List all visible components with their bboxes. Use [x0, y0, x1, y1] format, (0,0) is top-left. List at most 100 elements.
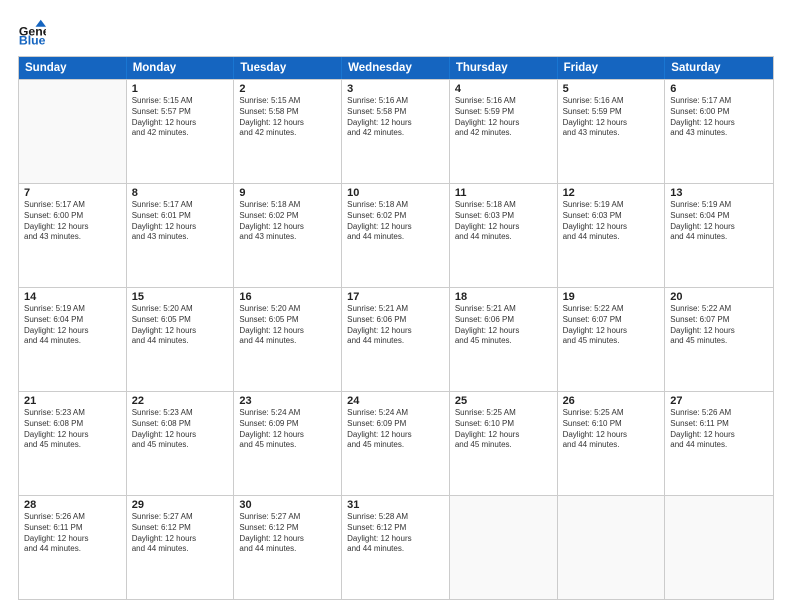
day-info: Sunrise: 5:19 AMSunset: 6:04 PMDaylight:…	[24, 304, 121, 347]
day-number: 20	[670, 291, 768, 303]
day-number: 6	[670, 83, 768, 95]
day-info: Sunrise: 5:21 AMSunset: 6:06 PMDaylight:…	[347, 304, 444, 347]
day-info: Sunrise: 5:27 AMSunset: 6:12 PMDaylight:…	[239, 512, 336, 555]
day-info: Sunrise: 5:26 AMSunset: 6:11 PMDaylight:…	[24, 512, 121, 555]
day-number: 17	[347, 291, 444, 303]
day-cell-17: 17Sunrise: 5:21 AMSunset: 6:06 PMDayligh…	[342, 288, 450, 391]
day-number: 18	[455, 291, 552, 303]
day-cell-23: 23Sunrise: 5:24 AMSunset: 6:09 PMDayligh…	[234, 392, 342, 495]
header-day-tuesday: Tuesday	[234, 57, 342, 79]
day-cell-21: 21Sunrise: 5:23 AMSunset: 6:08 PMDayligh…	[19, 392, 127, 495]
day-number: 4	[455, 83, 552, 95]
day-number: 26	[563, 395, 660, 407]
day-number: 29	[132, 499, 229, 511]
day-cell-11: 11Sunrise: 5:18 AMSunset: 6:03 PMDayligh…	[450, 184, 558, 287]
page: General Blue SundayMondayTuesdayWednesda…	[0, 0, 792, 612]
day-number: 5	[563, 83, 660, 95]
day-number: 14	[24, 291, 121, 303]
week-row-2: 7Sunrise: 5:17 AMSunset: 6:00 PMDaylight…	[19, 183, 773, 287]
week-row-5: 28Sunrise: 5:26 AMSunset: 6:11 PMDayligh…	[19, 495, 773, 599]
day-number: 8	[132, 187, 229, 199]
day-cell-27: 27Sunrise: 5:26 AMSunset: 6:11 PMDayligh…	[665, 392, 773, 495]
day-number: 27	[670, 395, 768, 407]
day-info: Sunrise: 5:18 AMSunset: 6:02 PMDaylight:…	[239, 200, 336, 243]
header: General Blue	[18, 18, 774, 46]
empty-cell-0-0	[19, 80, 127, 183]
week-row-4: 21 Sunrise: 5:23 AMSunset: 6:08 PMDayligh…	[19, 391, 773, 495]
week-row-3: 14Sunrise: 5:19 AMSunset: 6:04 PMDayligh…	[19, 287, 773, 391]
day-info: Sunrise: 5:28 AMSunset: 6:12 PMDaylight:…	[347, 512, 444, 555]
empty-cell-4-5	[558, 496, 666, 599]
day-number: 7	[24, 187, 121, 199]
day-number: 9	[239, 187, 336, 199]
day-info: Sunrise: 5:16 AMSunset: 5:59 PMDaylight:…	[563, 96, 660, 139]
day-info: Sunrise: 5:24 AMSunset: 6:09 PMDaylight:…	[347, 408, 444, 451]
day-number: 10	[347, 187, 444, 199]
calendar: SundayMondayTuesdayWednesdayThursdayFrid…	[18, 56, 774, 600]
day-cell-19: 19Sunrise: 5:22 AMSunset: 6:07 PMDayligh…	[558, 288, 666, 391]
day-number: 21	[24, 395, 121, 407]
day-cell-6: 6Sunrise: 5:17 AMSunset: 6:00 PMDaylight…	[665, 80, 773, 183]
day-number: 1	[132, 83, 229, 95]
day-cell-14: 14Sunrise: 5:19 AMSunset: 6:04 PMDayligh…	[19, 288, 127, 391]
day-number: 28	[24, 499, 121, 511]
day-info: Sunrise: 5:24 AMSunset: 6:09 PMDaylight:…	[239, 408, 336, 451]
day-info: Sunrise: 5:17 AMSunset: 6:00 PMDaylight:…	[24, 200, 121, 243]
svg-text:Blue: Blue	[19, 33, 46, 46]
header-day-sunday: Sunday	[19, 57, 127, 79]
day-info: Sunrise: 5:25 AMSunset: 6:10 PMDaylight:…	[455, 408, 552, 451]
day-cell-5: 5Sunrise: 5:16 AMSunset: 5:59 PMDaylight…	[558, 80, 666, 183]
empty-cell-4-6	[665, 496, 773, 599]
day-cell-26: 26Sunrise: 5:25 AMSunset: 6:10 PMDayligh…	[558, 392, 666, 495]
day-cell-16: 16Sunrise: 5:20 AMSunset: 6:05 PMDayligh…	[234, 288, 342, 391]
day-cell-2: 2Sunrise: 5:15 AMSunset: 5:58 PMDaylight…	[234, 80, 342, 183]
day-number: 13	[670, 187, 768, 199]
day-number: 15	[132, 291, 229, 303]
day-number: 23	[239, 395, 336, 407]
day-cell-20: 20Sunrise: 5:22 AMSunset: 6:07 PMDayligh…	[665, 288, 773, 391]
day-info: Sunrise: 5:19 AMSunset: 6:03 PMDaylight:…	[563, 200, 660, 243]
day-cell-22: 22Sunrise: 5:23 AMSunset: 6:08 PMDayligh…	[127, 392, 235, 495]
day-cell-30: 30Sunrise: 5:27 AMSunset: 6:12 PMDayligh…	[234, 496, 342, 599]
header-day-friday: Friday	[558, 57, 666, 79]
day-cell-1: 1Sunrise: 5:15 AMSunset: 5:57 PMDaylight…	[127, 80, 235, 183]
day-number: 31	[347, 499, 444, 511]
day-cell-31: 31Sunrise: 5:28 AMSunset: 6:12 PMDayligh…	[342, 496, 450, 599]
day-cell-7: 7Sunrise: 5:17 AMSunset: 6:00 PMDaylight…	[19, 184, 127, 287]
day-info: Sunrise: 5:16 AMSunset: 5:58 PMDaylight:…	[347, 96, 444, 139]
day-info: Sunrise: 5:25 AMSunset: 6:10 PMDaylight:…	[563, 408, 660, 451]
day-number: 19	[563, 291, 660, 303]
day-info: Sunrise: 5:20 AMSunset: 6:05 PMDaylight:…	[132, 304, 229, 347]
day-cell-12: 12Sunrise: 5:19 AMSunset: 6:03 PMDayligh…	[558, 184, 666, 287]
day-number: 11	[455, 187, 552, 199]
day-info: Sunrise: 5:23 AMSunset: 6:08 PMDaylight:…	[132, 408, 229, 451]
day-info: Sunrise: 5:18 AMSunset: 6:03 PMDaylight:…	[455, 200, 552, 243]
day-info: Sunrise: 5:21 AMSunset: 6:06 PMDaylight:…	[455, 304, 552, 347]
day-cell-15: 15Sunrise: 5:20 AMSunset: 6:05 PMDayligh…	[127, 288, 235, 391]
calendar-header-row: SundayMondayTuesdayWednesdayThursdayFrid…	[19, 57, 773, 79]
day-info: Sunrise: 5:19 AMSunset: 6:04 PMDaylight:…	[670, 200, 768, 243]
day-info: Sunrise: 5:27 AMSunset: 6:12 PMDaylight:…	[132, 512, 229, 555]
day-number: 22	[132, 395, 229, 407]
logo-icon: General Blue	[18, 18, 46, 46]
day-cell-13: 13Sunrise: 5:19 AMSunset: 6:04 PMDayligh…	[665, 184, 773, 287]
day-info: Sunrise: 5:16 AMSunset: 5:59 PMDaylight:…	[455, 96, 552, 139]
day-info: Sunrise: 5:22 AMSunset: 6:07 PMDaylight:…	[670, 304, 768, 347]
logo: General Blue	[18, 18, 50, 46]
empty-cell-4-4	[450, 496, 558, 599]
day-cell-10: 10Sunrise: 5:18 AMSunset: 6:02 PMDayligh…	[342, 184, 450, 287]
day-number: 24	[347, 395, 444, 407]
day-number: 2	[239, 83, 336, 95]
day-cell-4: 4Sunrise: 5:16 AMSunset: 5:59 PMDaylight…	[450, 80, 558, 183]
day-number: 30	[239, 499, 336, 511]
day-cell-8: 8Sunrise: 5:17 AMSunset: 6:01 PMDaylight…	[127, 184, 235, 287]
day-info: Sunrise: 5:17 AMSunset: 6:01 PMDaylight:…	[132, 200, 229, 243]
day-number: 25	[455, 395, 552, 407]
week-row-1: 1Sunrise: 5:15 AMSunset: 5:57 PMDaylight…	[19, 79, 773, 183]
day-number: 12	[563, 187, 660, 199]
day-info: Sunrise: 5:15 AMSunset: 5:57 PMDaylight:…	[132, 96, 229, 139]
header-day-saturday: Saturday	[665, 57, 773, 79]
day-info: Sunrise: 5:17 AMSunset: 6:00 PMDaylight:…	[670, 96, 768, 139]
day-info: Sunrise: 5:26 AMSunset: 6:11 PMDaylight:…	[670, 408, 768, 451]
header-day-thursday: Thursday	[450, 57, 558, 79]
